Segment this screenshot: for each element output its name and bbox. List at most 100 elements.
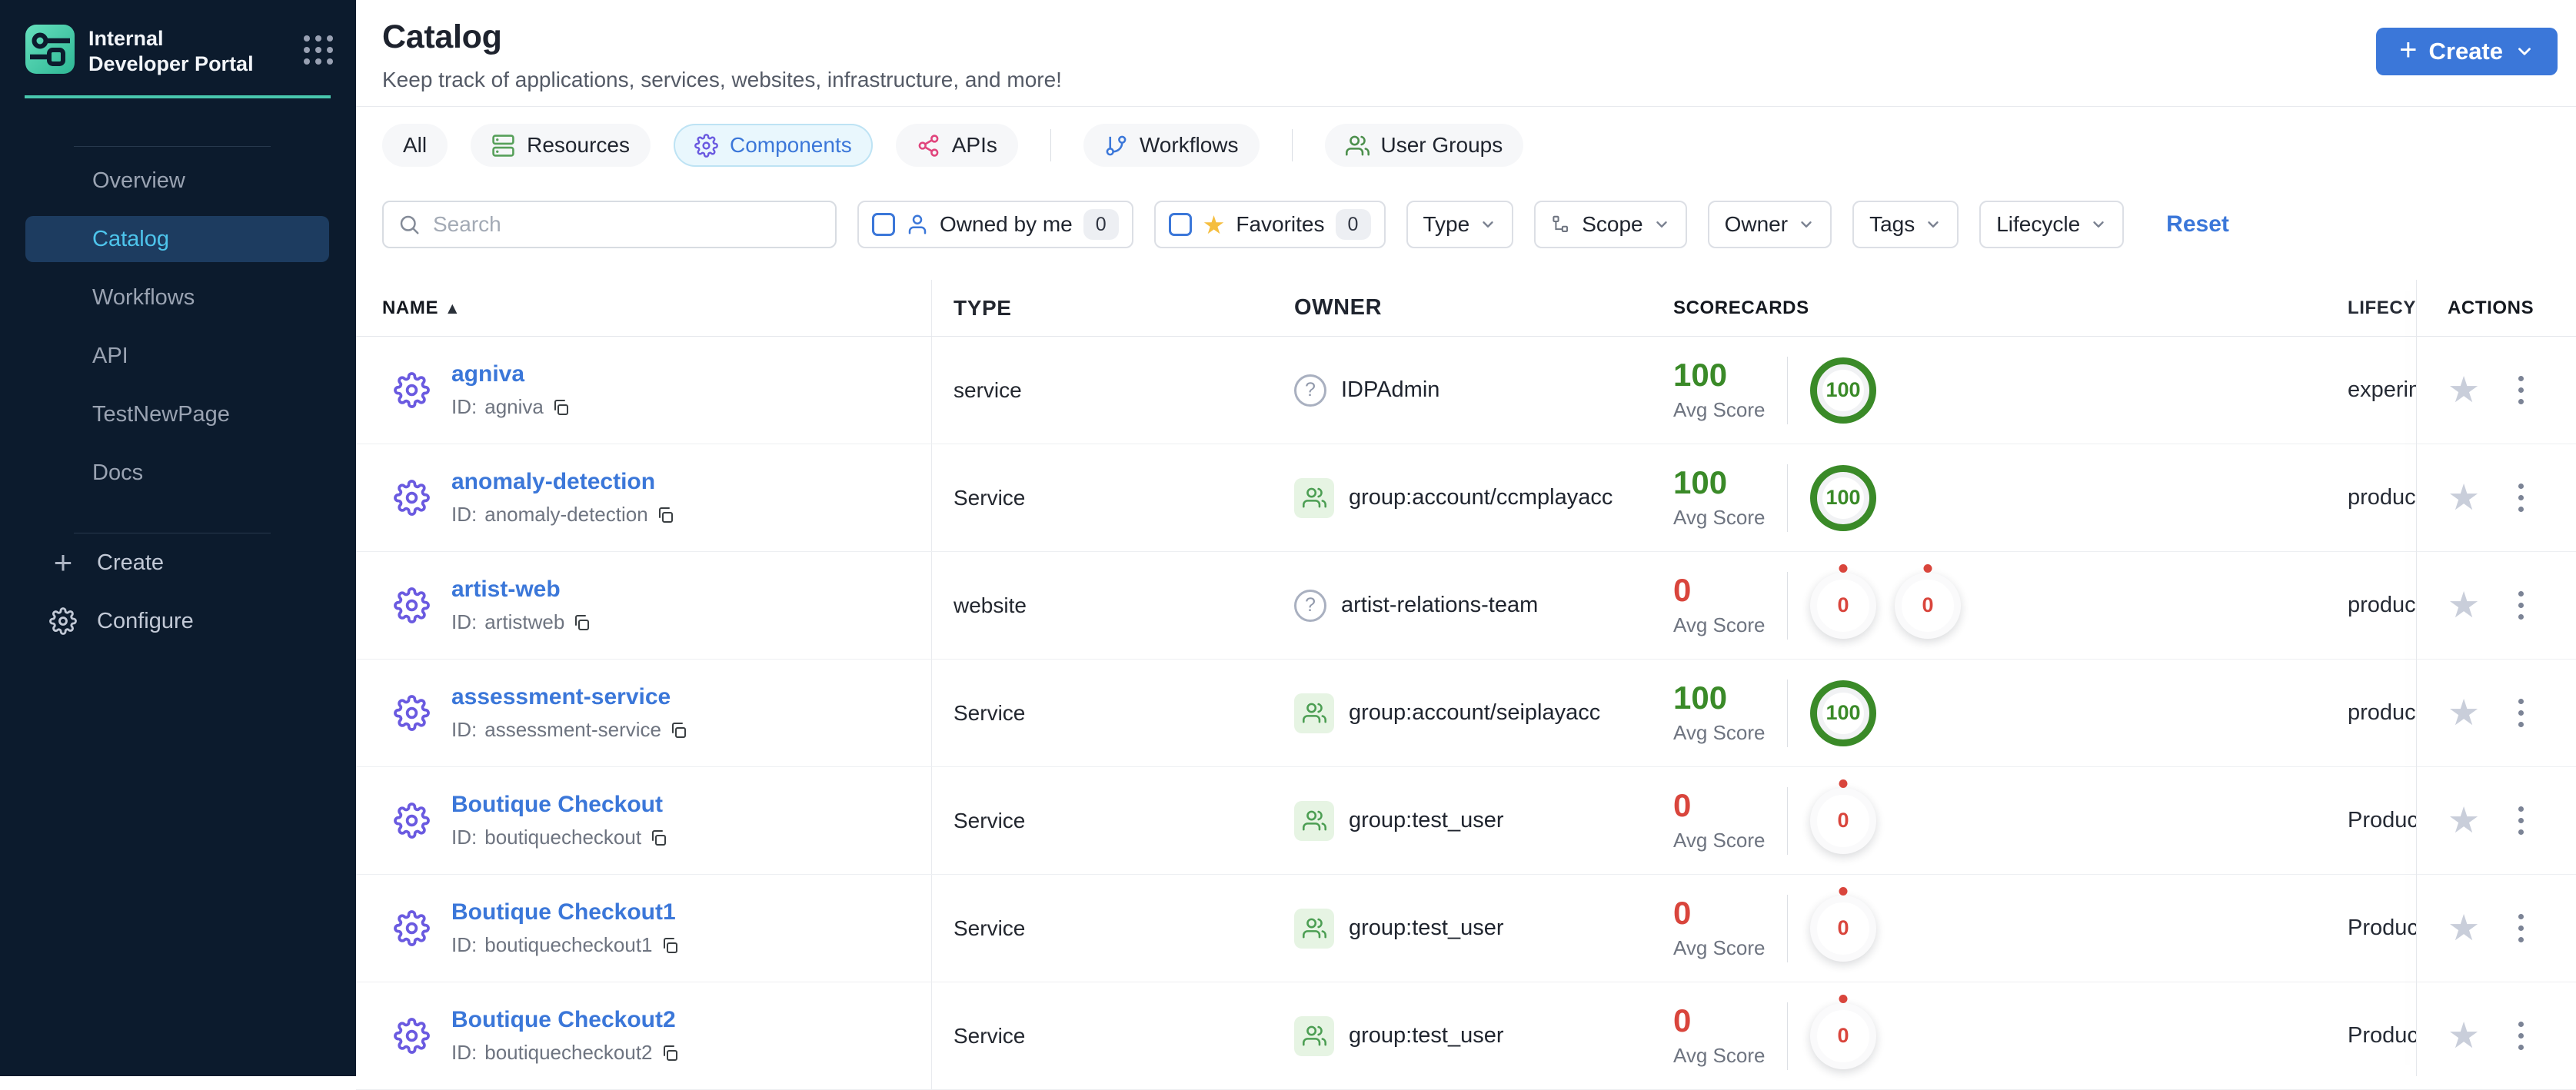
component-gear-icon — [394, 372, 430, 408]
entity-type: service — [954, 377, 1022, 402]
chevron-down-icon — [2090, 216, 2107, 233]
favorites-checkbox[interactable] — [1168, 213, 1192, 236]
group-owner-icon — [1294, 693, 1334, 733]
entity-name-link[interactable]: assessment-service — [451, 684, 687, 710]
users-icon — [1303, 701, 1326, 725]
copy-icon[interactable] — [669, 721, 687, 739]
avg-score-label: Avg Score — [1673, 613, 1766, 636]
row-menu-icon[interactable] — [2514, 1017, 2528, 1055]
row-menu-icon[interactable] — [2514, 371, 2528, 409]
search-input[interactable] — [431, 211, 821, 238]
entity-id-value: agniva — [484, 395, 544, 418]
tab-resources[interactable]: Resources — [471, 124, 651, 167]
favorite-star-icon[interactable]: ★ — [2448, 480, 2480, 516]
row-menu-icon[interactable] — [2514, 909, 2528, 947]
tags-dropdown[interactable]: Tags — [1852, 201, 1959, 248]
owner-dropdown[interactable]: Owner — [1707, 201, 1832, 248]
entity-id-value: anomaly-detection — [484, 503, 648, 526]
entity-id-value: artistweb — [484, 610, 565, 633]
entity-name-link[interactable]: Boutique Checkout1 — [451, 899, 679, 926]
table-header-row: NAME ▲ TYPE OWNER SCORECARDS LIFECYCLE A… — [356, 280, 2576, 337]
favorite-star-icon[interactable]: ★ — [2448, 372, 2480, 408]
copy-icon[interactable] — [551, 398, 570, 417]
apps-grid-icon[interactable] — [304, 35, 333, 65]
lifecycle-dropdown[interactable]: Lifecycle — [1979, 201, 2125, 248]
score-divider — [1787, 356, 1788, 424]
gear-icon — [694, 134, 718, 158]
component-gear-icon — [394, 587, 430, 623]
entity-id-label: ID: — [451, 933, 478, 956]
table-row: Boutique Checkout2 ID: boutiquecheckout2… — [356, 982, 2576, 1090]
sidebar-item-catalog[interactable]: Catalog — [25, 216, 329, 262]
tab-all[interactable]: All — [382, 124, 448, 167]
copy-icon[interactable] — [661, 1044, 679, 1062]
entity-type: Service — [954, 700, 1026, 725]
star-icon: ★ — [1202, 209, 1226, 240]
column-header-name[interactable]: NAME ▲ — [356, 280, 932, 336]
owner-name: group:test_user — [1349, 916, 1504, 940]
lifecycle-value: production — [2348, 593, 2417, 617]
create-button[interactable]: + Create — [2376, 28, 2558, 75]
row-menu-icon[interactable] — [2514, 802, 2528, 839]
tab-user-groups[interactable]: User Groups — [1324, 124, 1524, 167]
copy-icon[interactable] — [572, 613, 591, 632]
favorite-star-icon[interactable]: ★ — [2448, 695, 2480, 731]
search-icon — [398, 213, 421, 236]
sidebar-item-testnewpage[interactable]: TestNewPage — [0, 385, 356, 444]
copy-icon[interactable] — [656, 506, 674, 524]
scorecard-circles: 0 — [1810, 1002, 1876, 1069]
row-menu-icon[interactable] — [2514, 694, 2528, 732]
brand-title: Internal Developer Portal — [88, 27, 254, 75]
favorite-star-icon[interactable]: ★ — [2448, 803, 2480, 839]
scope-dropdown[interactable]: Scope — [1534, 201, 1687, 248]
sidebar-item-overview[interactable]: Overview — [0, 151, 356, 210]
favorite-star-icon[interactable]: ★ — [2448, 910, 2480, 946]
entity-type: Service — [954, 1023, 1026, 1048]
entity-id-label: ID: — [451, 503, 478, 526]
brand-logo-icon — [25, 25, 75, 74]
tab-apis[interactable]: APIs — [895, 124, 1018, 167]
scorecard-circle: 0 — [1810, 895, 1876, 962]
entity-name-link[interactable]: agniva — [451, 361, 570, 387]
entity-type: Service — [954, 916, 1026, 940]
copy-icon[interactable] — [649, 829, 667, 847]
tab-group-divider — [1050, 129, 1051, 161]
plus-icon: + — [53, 544, 73, 580]
favorite-star-icon[interactable]: ★ — [2448, 1018, 2480, 1054]
sidebar-item-workflows[interactable]: Workflows — [0, 268, 356, 327]
avg-score-value: 0 — [1673, 894, 1692, 931]
copy-icon[interactable] — [661, 936, 679, 955]
owned-by-me-checkbox[interactable] — [872, 213, 895, 236]
server-icon — [491, 134, 515, 158]
sidebar-create-button[interactable]: + Create — [0, 533, 356, 592]
entity-id-value: boutiquecheckout1 — [484, 933, 653, 956]
scorecard-circle: 100 — [1810, 680, 1876, 746]
scorecard-circles: 0 — [1810, 787, 1876, 854]
type-dropdown[interactable]: Type — [1406, 201, 1514, 248]
sidebar-item-api[interactable]: API — [0, 327, 356, 385]
entity-name-link[interactable]: anomaly-detection — [451, 469, 674, 495]
row-menu-icon[interactable] — [2514, 479, 2528, 517]
sidebar-create-label: Create — [97, 550, 165, 575]
favorites-filter: ★ Favorites 0 — [1153, 201, 1386, 248]
sidebar-divider-top — [74, 146, 271, 147]
scorecard-circles: 100 — [1810, 680, 1876, 746]
sidebar-item-docs[interactable]: Docs — [0, 444, 356, 502]
entity-type: website — [954, 593, 1027, 617]
favorites-count: 0 — [1335, 209, 1371, 240]
sidebar-configure-button[interactable]: Configure — [0, 592, 356, 650]
sidebar-configure-label: Configure — [97, 608, 194, 633]
entity-name-link[interactable]: Boutique Checkout2 — [451, 1007, 679, 1033]
entity-name-link[interactable]: artist-web — [451, 577, 591, 603]
tab-group-divider — [1291, 129, 1293, 161]
row-menu-icon[interactable] — [2514, 587, 2528, 624]
tab-components[interactable]: Components — [673, 124, 873, 167]
reset-filters-link[interactable]: Reset — [2166, 211, 2229, 238]
favorite-star-icon[interactable]: ★ — [2448, 587, 2480, 623]
entity-name-link[interactable]: Boutique Checkout — [451, 792, 667, 818]
app-root: Internal Developer Portal Overview Catal… — [0, 0, 2576, 1090]
owner-name: group:test_user — [1349, 808, 1504, 832]
tab-workflows[interactable]: Workflows — [1083, 124, 1260, 167]
chevron-down-icon — [2514, 42, 2534, 61]
scorecard-circle: 100 — [1810, 357, 1876, 424]
